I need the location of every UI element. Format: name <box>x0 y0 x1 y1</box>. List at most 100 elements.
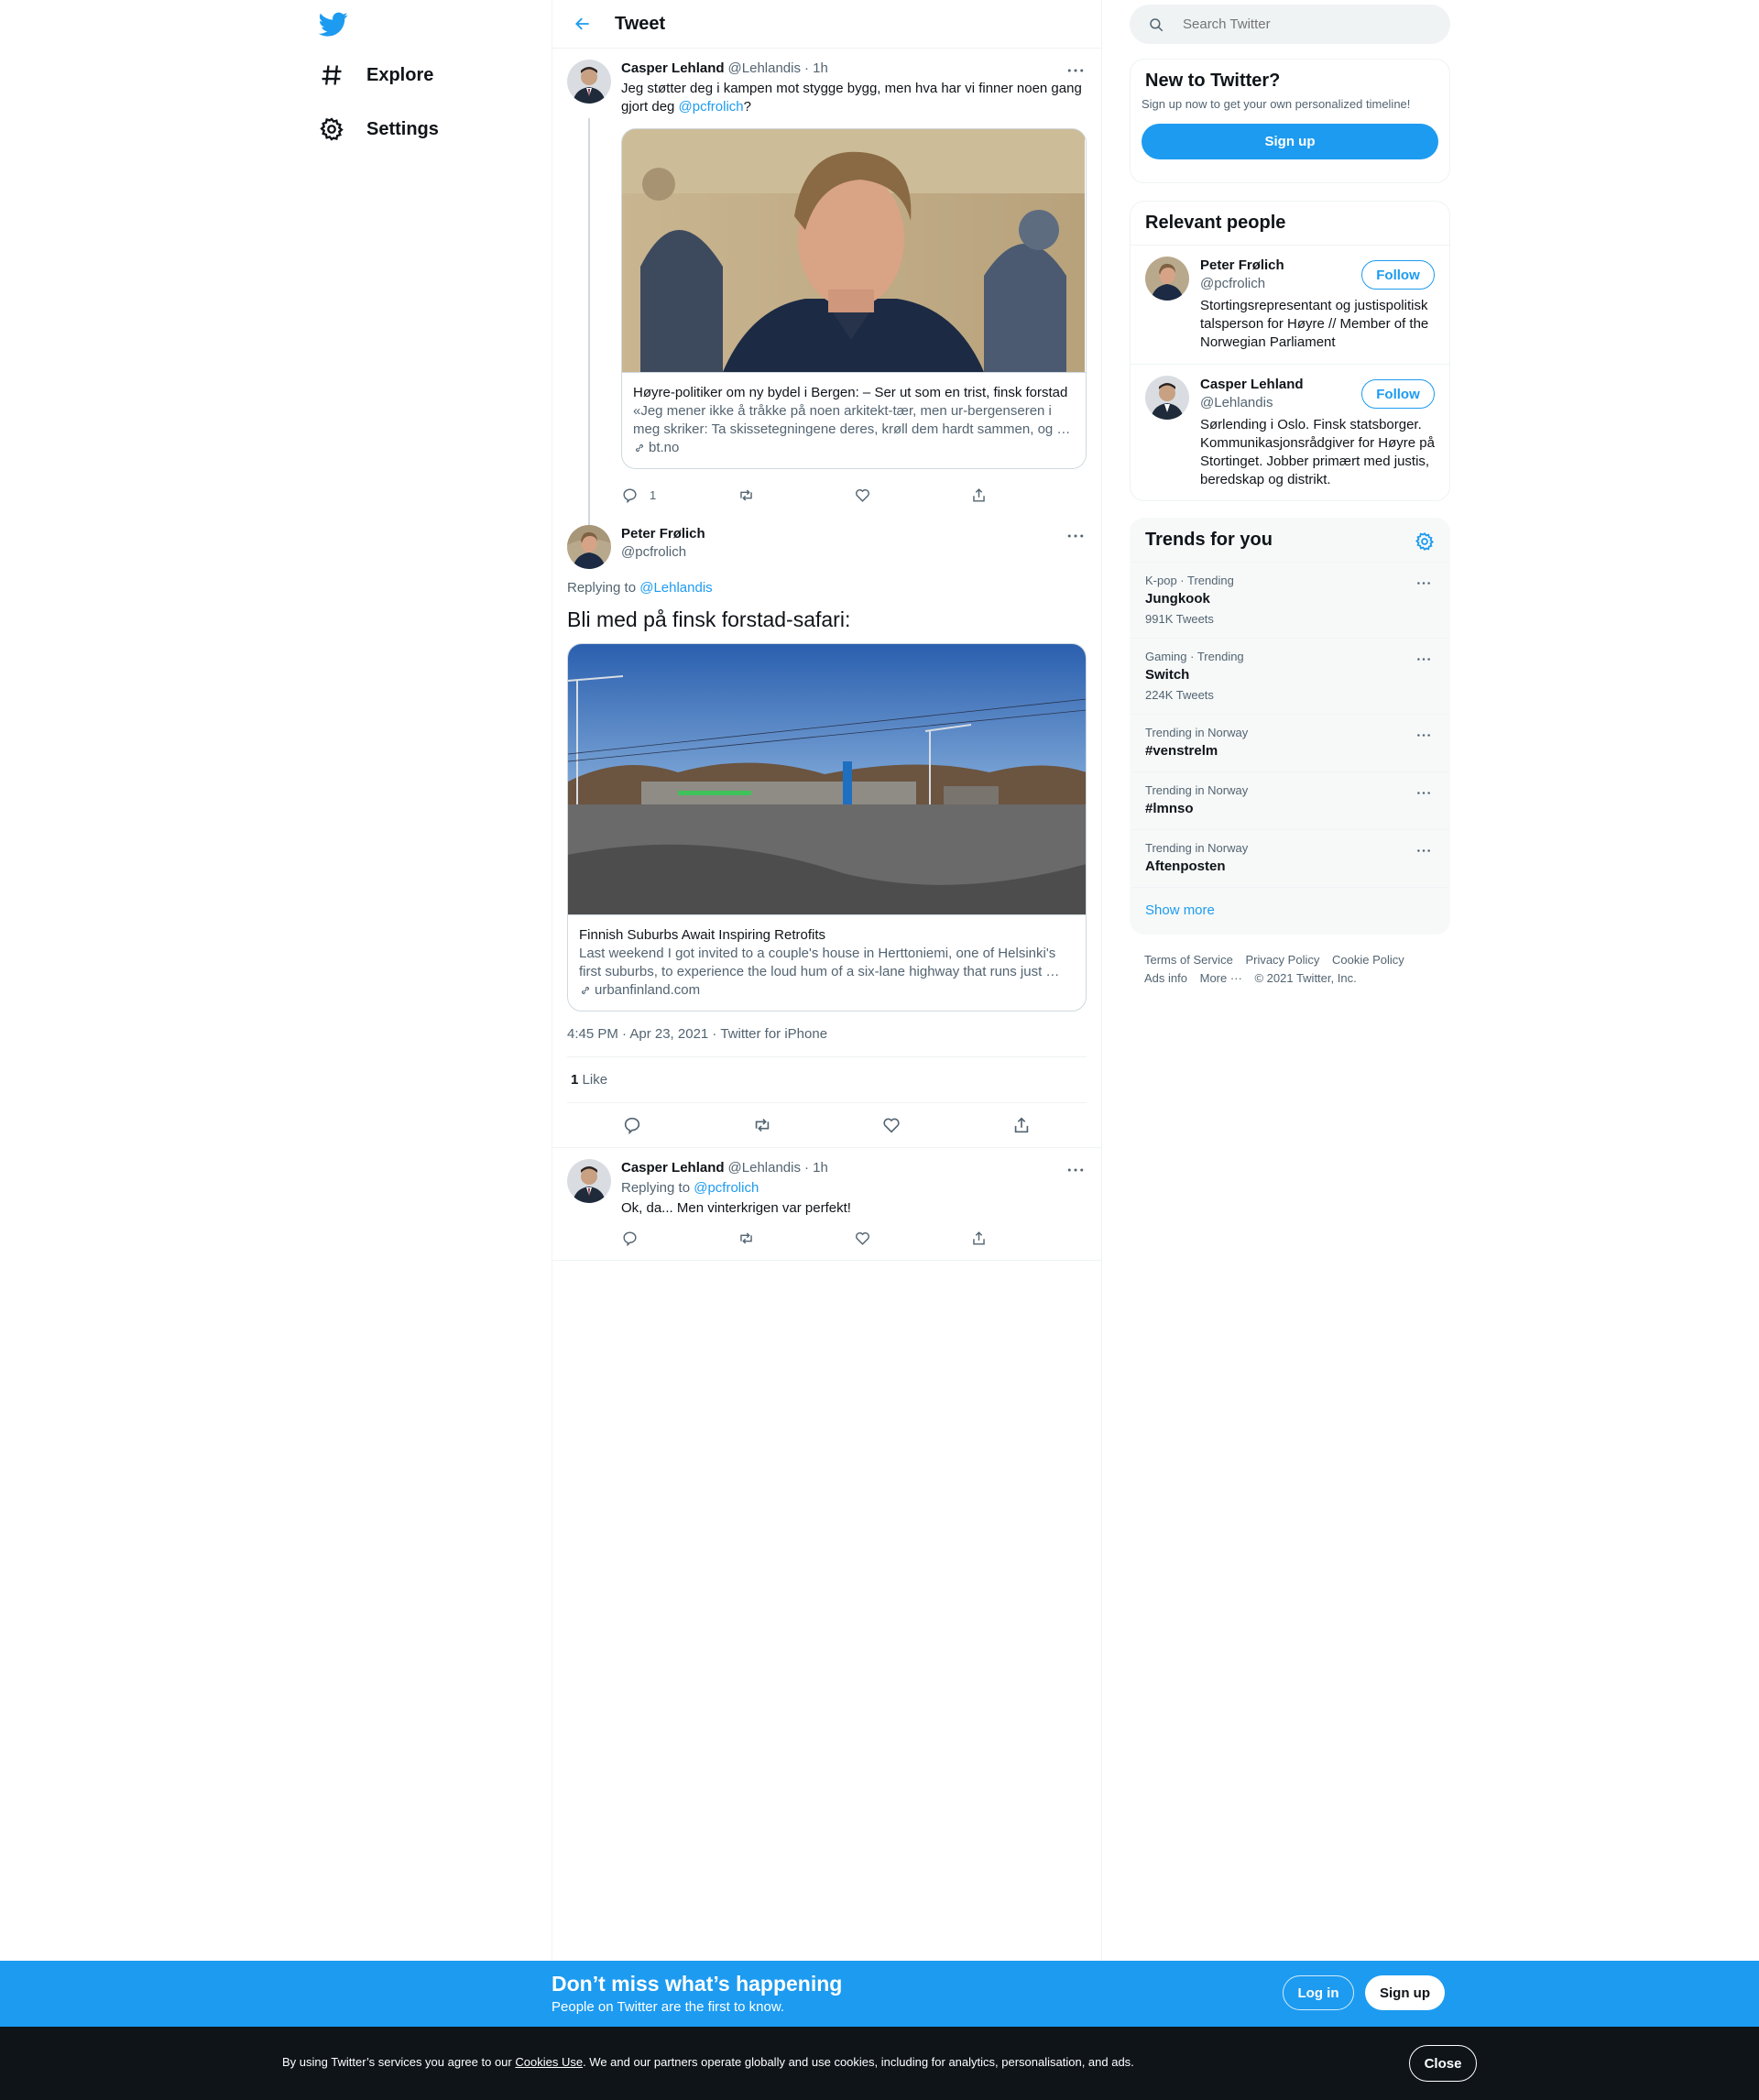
more-options-button[interactable] <box>1413 650 1435 668</box>
retweet-button[interactable] <box>737 1230 854 1247</box>
avatar[interactable] <box>567 525 611 569</box>
reply-tweet[interactable]: Casper Lehland @Lehlandis · 1h Replying … <box>552 1147 1101 1261</box>
more-options-button[interactable] <box>1065 1161 1087 1179</box>
reply-icon[interactable] <box>622 1115 642 1135</box>
follow-button[interactable]: Follow <box>1361 379 1435 409</box>
trend-name: Aftenposten <box>1145 859 1226 874</box>
heart-icon[interactable] <box>881 1115 901 1135</box>
banner-subtitle: People on Twitter are the first to know. <box>552 1999 785 2015</box>
replying-to-link[interactable]: @Lehlandis <box>639 580 712 596</box>
tweet-time[interactable]: · 1h <box>804 1159 828 1177</box>
search-input[interactable] <box>1183 16 1421 32</box>
footer-link-terms[interactable]: Terms of Service <box>1144 953 1233 967</box>
card-image <box>568 644 1086 914</box>
cookies-use-link[interactable]: Cookies Use <box>515 2055 583 2069</box>
ellipsis-icon <box>1067 534 1084 538</box>
gear-icon[interactable] <box>1415 531 1435 552</box>
avatar[interactable] <box>567 1159 611 1203</box>
share-icon <box>973 487 985 502</box>
trend-item[interactable]: Trending in Norway Aftenposten <box>1131 829 1449 887</box>
trend-item[interactable]: K-pop · Trending Jungkook 991K Tweets <box>1131 562 1449 638</box>
ellipsis-icon <box>1067 69 1084 72</box>
more-options-button[interactable] <box>1413 726 1435 744</box>
new-to-twitter-title: New to Twitter? <box>1145 71 1281 91</box>
person-card[interactable]: Follow Peter Frølich @pcfrolich Storting… <box>1131 245 1449 364</box>
tweet-text: Jeg støtter deg i kampen mot stygge bygg… <box>621 81 1082 115</box>
link-card[interactable]: Finnish Suburbs Await Inspiring Retrofit… <box>567 643 1087 1012</box>
gear-icon <box>320 117 344 141</box>
person-card[interactable]: Follow Casper Lehland @Lehlandis Sørlend… <box>1131 364 1449 499</box>
share-icon[interactable] <box>1011 1115 1032 1135</box>
share-button[interactable] <box>970 487 1087 504</box>
cookie-text: By using Twitter’s services you agree to… <box>282 2055 1134 2069</box>
nav-settings[interactable]: Settings <box>319 109 439 149</box>
nav-explore[interactable]: Explore <box>319 55 433 95</box>
signup-banner: Don’t miss what’s happening People on Tw… <box>0 1961 1759 2027</box>
author-name[interactable]: Casper Lehland <box>621 1159 725 1177</box>
footer-link-privacy[interactable]: Privacy Policy <box>1245 953 1319 967</box>
author-handle[interactable]: @Lehlandis <box>728 1159 801 1177</box>
retweet-button[interactable] <box>737 487 854 504</box>
tweet-time[interactable]: · 1h <box>804 60 828 78</box>
likes-summary[interactable]: 1 Like <box>567 1057 1087 1103</box>
more-options-button[interactable] <box>1065 61 1087 80</box>
trend-item[interactable]: Gaming · Trending Switch 224K Tweets <box>1131 638 1449 714</box>
retweet-icon[interactable] <box>752 1115 772 1135</box>
trends-title: Trends for you <box>1131 519 1449 562</box>
avatar[interactable] <box>1145 376 1189 420</box>
footer-link-more[interactable]: More ··· <box>1200 971 1242 985</box>
author-name[interactable]: Casper Lehland <box>621 60 725 78</box>
likes-count: 1 <box>571 1072 579 1088</box>
like-button[interactable] <box>854 1230 970 1247</box>
twitter-logo-icon[interactable] <box>318 9 348 38</box>
footer-link-ads[interactable]: Ads info <box>1144 971 1187 985</box>
trend-context: Trending in Norway <box>1145 726 1249 739</box>
trend-item[interactable]: Trending in Norway #venstrelm <box>1131 714 1449 771</box>
card-image <box>622 129 1086 372</box>
new-to-twitter-box: New to Twitter? Sign up now to get your … <box>1130 59 1450 183</box>
avatar[interactable] <box>567 60 611 104</box>
back-button[interactable] <box>567 8 598 39</box>
tweet-timestamp[interactable]: 4:45 PM · Apr 23, 2021 · Twitter for iPh… <box>567 1012 1087 1057</box>
nav-explore-label: Explore <box>366 64 434 85</box>
more-options-button[interactable] <box>1413 841 1435 859</box>
card-title: Finnish Suburbs Await Inspiring Retrofit… <box>579 927 826 943</box>
reply-button[interactable]: 1 <box>621 487 737 504</box>
card-domain: urbanfinland.com <box>579 981 1075 1000</box>
replying-to-link[interactable]: @pcfrolich <box>694 1180 759 1196</box>
parent-tweet[interactable]: Casper Lehland @Lehlandis · 1h Jeg støtt… <box>552 49 1101 536</box>
sidebar-signup-button[interactable]: Sign up <box>1142 124 1438 159</box>
banner-title: Don’t miss what’s happening <box>552 1972 843 1996</box>
show-more-link[interactable]: Show more <box>1131 887 1449 933</box>
author-handle[interactable]: @Lehlandis <box>728 60 801 78</box>
trend-context: Trending in Norway <box>1145 783 1249 797</box>
author-handle[interactable]: @pcfrolich <box>621 543 1087 562</box>
author-name[interactable]: Peter Frølich <box>621 525 1087 543</box>
follow-button[interactable]: Follow <box>1361 260 1435 290</box>
signup-button[interactable]: Sign up <box>1365 1975 1445 2010</box>
card-description: Last weekend I got invited to a couple's… <box>579 946 1060 979</box>
ellipsis-icon <box>1417 657 1430 661</box>
cookie-close-button[interactable]: Close <box>1409 2045 1477 2082</box>
more-options-button[interactable] <box>1065 527 1087 545</box>
login-button[interactable]: Log in <box>1283 1975 1354 2010</box>
cookie-banner: By using Twitter’s services you agree to… <box>0 2027 1759 2100</box>
avatar[interactable] <box>1145 257 1189 301</box>
share-button[interactable] <box>970 1230 1087 1247</box>
main-tweet: Peter Frølich @pcfrolich Replying to @Le… <box>552 514 1101 1147</box>
heart-icon <box>856 1231 869 1245</box>
new-to-twitter-subtitle: Sign up now to get your own personalized… <box>1142 97 1411 111</box>
trend-item[interactable]: Trending in Norway #lmnso <box>1131 771 1449 829</box>
link-card[interactable]: Høyre-politiker om ny bydel i Bergen: – … <box>621 128 1087 469</box>
more-options-button[interactable] <box>1413 783 1435 802</box>
ellipsis-icon <box>1417 733 1430 737</box>
more-options-button[interactable] <box>1413 574 1435 592</box>
tweet-actions <box>621 1218 1087 1258</box>
search-bar[interactable] <box>1130 5 1450 44</box>
reply-count: 1 <box>650 487 657 502</box>
like-button[interactable] <box>854 487 970 504</box>
reply-button[interactable] <box>621 1230 737 1247</box>
mention-link[interactable]: @pcfrolich <box>679 99 744 115</box>
footer-copyright: © 2021 Twitter, Inc. <box>1254 971 1357 985</box>
footer-link-cookie[interactable]: Cookie Policy <box>1332 953 1404 967</box>
